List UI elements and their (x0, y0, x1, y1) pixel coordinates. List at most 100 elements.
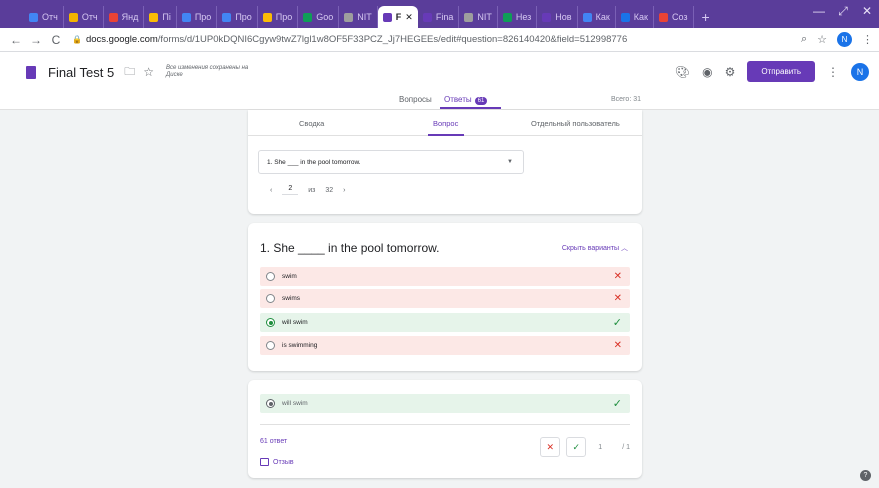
hide-options-button[interactable]: Скрыть варианты ︿ (562, 243, 628, 253)
tab-questions[interactable]: Вопросы (399, 95, 432, 104)
browser-tab[interactable]: Соз (654, 6, 694, 28)
page-current[interactable]: 2 (282, 185, 299, 195)
mark-correct-button[interactable]: ✓ (566, 437, 587, 457)
tab-favicon-icon (344, 12, 354, 22)
new-tab-button[interactable]: + (694, 6, 718, 28)
dropdown-arrow-icon: ▼ (507, 159, 513, 165)
score-value[interactable]: 1 (598, 444, 602, 451)
browser-tab-label: Соз (671, 12, 688, 22)
browser-tab-label: Янд (121, 12, 139, 22)
close-tab-icon[interactable]: ✕ (405, 12, 413, 23)
tab-individual[interactable]: Отдельный пользователь (531, 119, 620, 128)
question-title: 1. She ____ in the pool tomorrow. (260, 241, 440, 255)
browser-tab[interactable]: NIT (339, 6, 378, 28)
help-icon[interactable]: ? (860, 470, 871, 481)
account-avatar[interactable]: N (851, 62, 869, 81)
browser-tab[interactable]: Как (616, 6, 654, 28)
question-select[interactable]: 1. She ___ in the pool tomorrow. ▼ (258, 150, 524, 174)
browser-tab[interactable]: Fina (418, 6, 460, 28)
browser-tab-label: Как (633, 12, 648, 22)
browser-tab[interactable]: Нез (498, 6, 538, 28)
tab-favicon-icon (422, 12, 432, 22)
bookmark-star-icon[interactable]: ☆ (817, 33, 827, 46)
editor-tabs: Вопросы Ответы 61 Всего: 31 (0, 92, 879, 110)
divider (260, 424, 630, 425)
next-question-icon[interactable]: › (343, 187, 345, 194)
browser-tab[interactable]: NIT (459, 6, 498, 28)
response-navigation-card: Сводка Вопрос Отдельный пользователь 1. … (248, 110, 642, 214)
incorrect-x-icon: ✕ (613, 340, 622, 351)
forward-icon[interactable]: → (26, 33, 46, 47)
radio-selected-icon (266, 318, 275, 327)
tab-favicon-icon (582, 12, 592, 22)
browser-tab[interactable]: Отч (24, 6, 64, 28)
browser-tab[interactable]: Goo (298, 6, 340, 28)
preview-eye-icon[interactable]: ◉ (702, 65, 712, 79)
folder-icon[interactable]: 🗀 (124, 63, 135, 82)
url-path: /forms/d/1UP0kDQNI6Cgyw9twZ7lgl1w8OF5F33… (157, 34, 628, 45)
score-total: / 1 (622, 443, 630, 451)
question-card: 1. She ____ in the pool tomorrow. Скрыть… (248, 223, 642, 371)
star-icon[interactable]: ☆ (143, 65, 154, 79)
settings-gear-icon[interactable]: ⚙ (725, 65, 736, 79)
browser-tab[interactable]: Про (217, 6, 258, 28)
browser-menu-icon[interactable]: ⋮ (862, 33, 873, 46)
back-icon[interactable]: ← (6, 33, 26, 47)
browser-tab[interactable]: Отч (64, 6, 104, 28)
browser-tab-label: Про (275, 12, 293, 22)
more-menu-icon[interactable]: ⋮ (827, 65, 839, 79)
response-card: will swim ✓ 61 ответ Отзыв ✕ ✓ 1 / 1 (248, 380, 642, 478)
tab-favicon-icon (262, 12, 272, 22)
page-separator: из (308, 186, 316, 194)
browser-tab[interactable]: Как (578, 6, 616, 28)
option-row: is swimming ✕ (260, 336, 630, 355)
hide-options-label: Скрыть варианты (561, 245, 620, 252)
saved-status: Все изменения сохранены на Диске (166, 65, 249, 78)
radio-icon (266, 294, 275, 303)
total-points: Всего: 31 (610, 96, 641, 103)
tab-favicon-icon (382, 12, 392, 22)
maximize-icon[interactable]: ⤢ (831, 0, 855, 22)
tab-favicon-icon (29, 12, 38, 22)
send-button[interactable]: Отправить (747, 61, 815, 82)
browser-tab[interactable]: Янд (104, 6, 145, 28)
browser-tab-label: Отч (81, 12, 98, 22)
browser-tab-label: Отч (42, 12, 58, 22)
tab-favicon-icon (502, 12, 512, 22)
option-row: swims ✕ (260, 289, 630, 308)
browser-tab[interactable]: Нов (537, 6, 578, 28)
option-label: swim (282, 273, 297, 280)
reload-icon[interactable]: C (46, 33, 66, 47)
tab-answers[interactable]: Ответы 61 (444, 95, 488, 105)
prev-question-icon[interactable]: ‹ (270, 187, 272, 194)
feedback-button[interactable]: Отзыв (260, 458, 294, 466)
browser-tab-strip: Отч Отч Янд Пі Про Про Про Goo NIT F ✕ Fina NIT Нез Но… (0, 0, 879, 28)
minimize-icon[interactable]: — (807, 0, 831, 22)
url-host: docs.google.com (85, 34, 158, 45)
browser-tab[interactable]: Про (177, 6, 218, 28)
tab-favicon-icon (620, 12, 630, 22)
tab-question[interactable]: Вопрос (433, 119, 458, 128)
tab-favicon-icon (303, 12, 313, 22)
browser-tab-label: Нов (555, 12, 572, 22)
tab-summary[interactable]: Сводка (299, 119, 324, 128)
option-label: swims (282, 295, 301, 302)
radio-icon (266, 272, 275, 281)
url-field[interactable]: docs.google.com/forms/d/1UP0kDQNI6Cgyw9t… (86, 34, 627, 45)
tab-favicon-icon (181, 12, 191, 22)
form-title[interactable]: Final Test 5 (48, 65, 114, 80)
close-window-icon[interactable]: ✕ (855, 0, 879, 22)
mark-incorrect-button[interactable]: ✕ (540, 437, 561, 457)
forms-logo-icon[interactable] (26, 65, 36, 79)
response-count: 61 ответ (260, 438, 288, 445)
profile-avatar[interactable]: N (837, 32, 852, 47)
browser-tab[interactable]: Про (258, 6, 299, 28)
page-total: 32 (325, 186, 334, 194)
browser-tab[interactable]: Пі (144, 6, 177, 28)
palette-icon[interactable]: 🎨︎ (675, 65, 690, 79)
option-row: swim ✕ (260, 267, 630, 286)
zoom-icon[interactable]: ⌕ (801, 33, 807, 46)
feedback-icon (260, 458, 269, 466)
browser-tab[interactable]: F ✕ (377, 6, 418, 28)
browser-tab-label: Goo (316, 12, 334, 22)
